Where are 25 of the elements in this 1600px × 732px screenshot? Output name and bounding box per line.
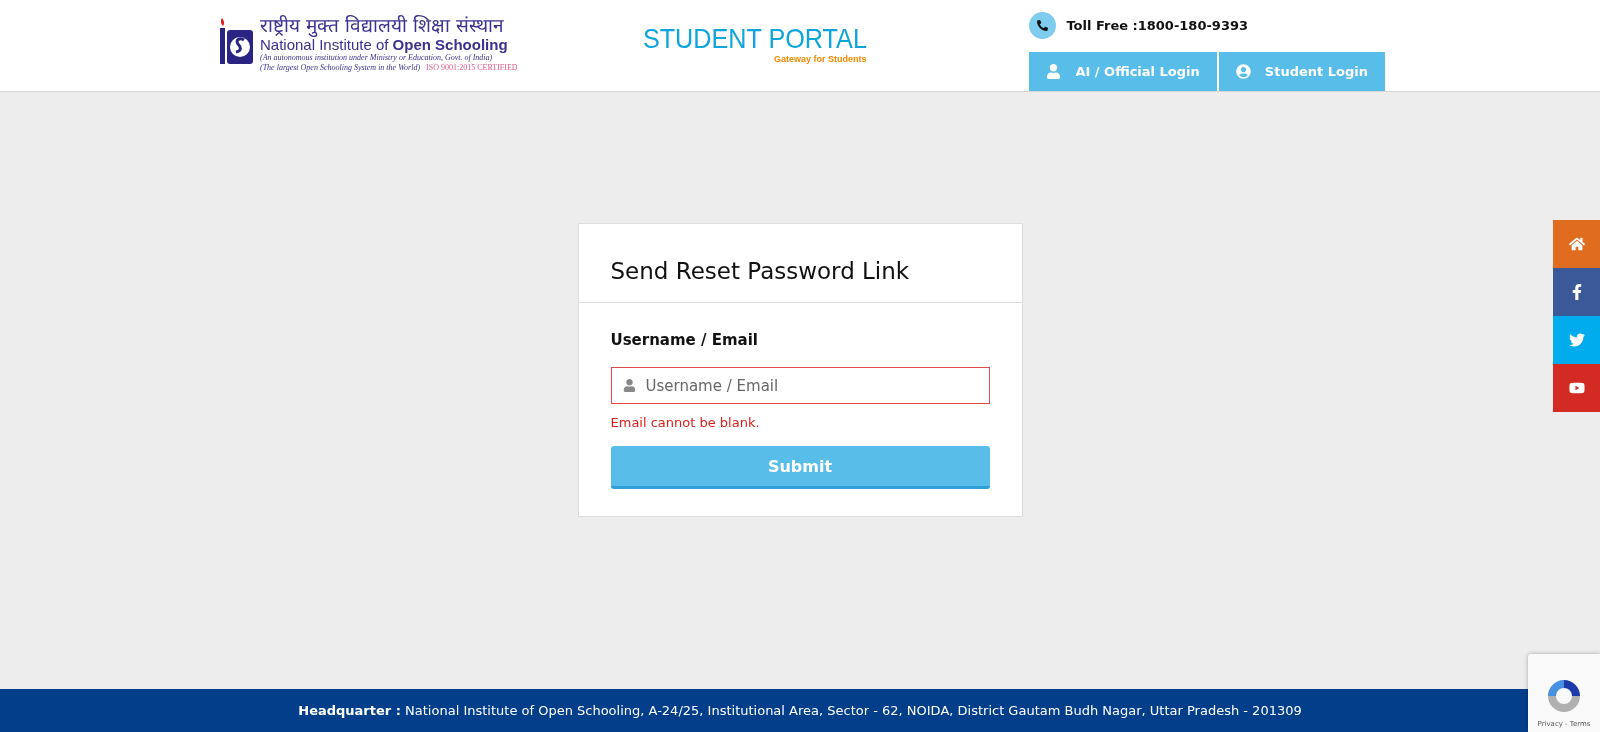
phone-icon: [1029, 12, 1057, 39]
footer-address: Headquarter : National Institute of Open Schooling, A-24/25, Institutional Area, Sector - 62, NOIDA, District Gautam Budh Nagar, Uttar Pradesh - 201309: [298, 703, 1302, 718]
login-button[interactable]: AI / Official Login: [1029, 52, 1217, 91]
portal-subtitle: Gateway for Students: [774, 54, 867, 64]
field-label: Username / Email: [610, 331, 759, 349]
toll-free-number: Toll Free :1800-180-9393: [1066, 18, 1249, 33]
tagline: (The largest Open Schooling System in the World): [260, 63, 421, 73]
card-title: Send Reset Password Link: [610, 258, 911, 284]
twitter-icon: [1568, 332, 1585, 348]
user-icon: [622, 379, 636, 392]
hindi-name: राष्ट्रीय मुक्त विद्यालयी शिक्षा संस्थान: [260, 14, 506, 36]
certification: ISO 9001:2015 CERTIFIED: [426, 63, 518, 73]
username-field[interactable]: Username / Email: [610, 367, 990, 404]
portal-title: STUDENT PORTAL: [642, 24, 867, 54]
submit-button[interactable]: Submit: [610, 446, 990, 489]
social-link[interactable]: [1553, 364, 1600, 412]
social-link[interactable]: [1553, 220, 1600, 268]
home-icon: [1568, 236, 1585, 252]
youtube-icon: [1568, 380, 1585, 396]
tagline: (An autonomous institution under Ministry or Education, Govt. of India): [260, 53, 493, 63]
error-message: Email cannot be blank.: [610, 415, 761, 430]
social-link[interactable]: [1553, 268, 1600, 316]
login-button[interactable]: Student Login: [1218, 52, 1385, 91]
user-icon: [1046, 64, 1062, 79]
institute-name: National Institute of Open Schooling: [260, 36, 509, 53]
